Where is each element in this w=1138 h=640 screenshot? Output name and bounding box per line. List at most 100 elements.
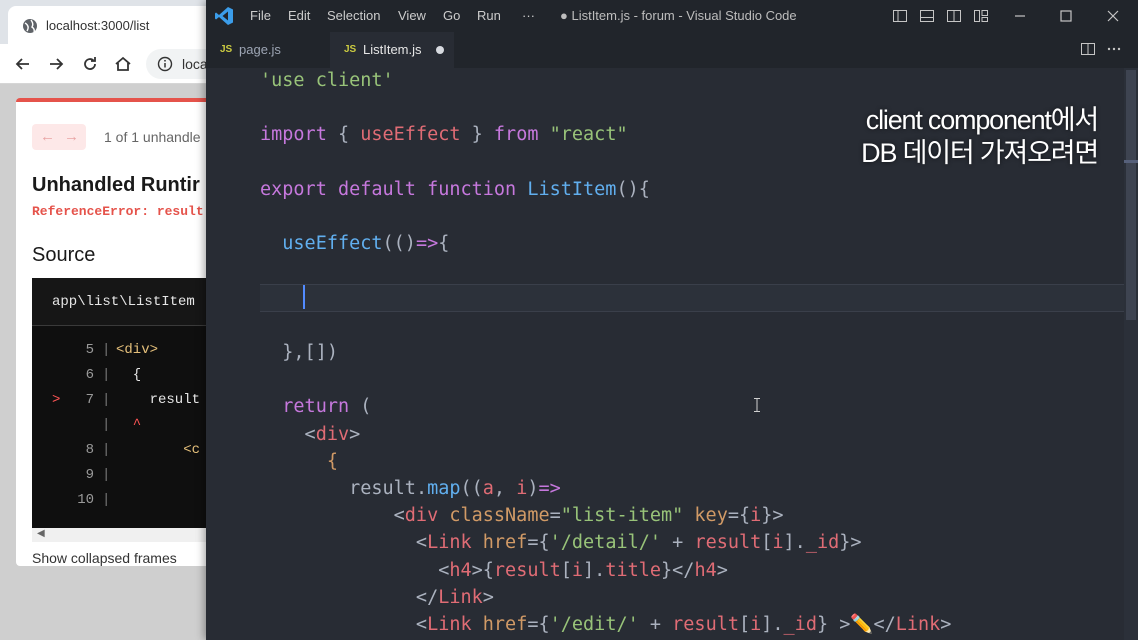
code-token: i — [772, 532, 784, 554]
more-actions-icon[interactable] — [1106, 41, 1122, 57]
code-token: = — [549, 505, 561, 527]
source-heading: Source — [32, 244, 96, 266]
previous-error-button[interactable]: ← — [40, 128, 55, 145]
gutter-bar: | — [102, 467, 111, 483]
scroll-left-icon[interactable]: ◀ — [37, 528, 45, 539]
home-icon[interactable] — [113, 54, 133, 74]
caption-line-2: DB 데이터 가져오려면 — [861, 138, 1099, 168]
code-token: > — [716, 559, 728, 581]
line-number: 7 — [85, 392, 94, 408]
code-token: result — [694, 532, 762, 554]
code-token: result — [493, 559, 561, 581]
code-token: href — [482, 532, 528, 554]
code-line: export default function ListItem(){ — [260, 177, 650, 203]
gutter-bar: | — [102, 367, 111, 383]
tab-label: ListItem.js — [363, 42, 422, 57]
code-token: div — [404, 505, 439, 527]
code-token: </ — [260, 586, 439, 608]
show-collapsed-frames-button[interactable]: Show collapsed frames — [32, 550, 177, 566]
code-token: [ — [560, 559, 572, 581]
error-pager: ← → — [32, 124, 86, 150]
code-token: [ — [738, 614, 751, 635]
code-token: ={ — [727, 505, 751, 527]
code-token: function — [427, 178, 517, 200]
browser-tab-title: localhost:3000/list — [46, 18, 150, 33]
code-token: import — [260, 124, 327, 146]
code-line: <Link href={'/edit/' + result[i]._id} >✏… — [260, 612, 952, 638]
code-token: ]. — [761, 614, 784, 635]
error-heading: Unhandled Runtir — [32, 174, 200, 196]
back-arrow-icon[interactable] — [13, 54, 33, 74]
minimize-icon[interactable] — [1012, 8, 1028, 24]
text-cursor — [303, 285, 305, 309]
code-line: result.map((a, i)=> — [260, 476, 561, 502]
toggle-primary-sidebar-icon[interactable] — [892, 8, 908, 24]
info-icon[interactable] — [157, 56, 173, 72]
code-token: 'use client' — [260, 70, 394, 91]
code-token: Link — [438, 586, 483, 608]
code-line: 'use client' — [260, 68, 394, 94]
close-icon[interactable] — [1105, 8, 1121, 24]
code-token: Link — [895, 614, 941, 635]
toggle-panel-icon[interactable] — [919, 8, 935, 24]
code-token: },[]) — [260, 342, 338, 363]
code-token: useEffect — [282, 233, 383, 255]
code-token: > — [482, 586, 494, 608]
code-token: '/edit/' — [549, 614, 639, 635]
menu-view[interactable]: View — [398, 8, 426, 23]
code-token: < — [260, 423, 316, 445]
tab-label: page.js — [239, 42, 281, 57]
code-token: > — [940, 614, 952, 635]
code-token: key — [694, 505, 728, 527]
code-token: i — [750, 614, 762, 635]
source-code-text: ^ — [116, 417, 142, 433]
reload-icon[interactable] — [80, 54, 100, 74]
source-code-text: <c — [116, 442, 201, 458]
code-token: ={ — [527, 532, 550, 554]
error-line-marker: > — [52, 392, 61, 408]
menu-edit[interactable]: Edit — [288, 8, 310, 23]
next-error-button[interactable]: → — [64, 128, 79, 145]
code-token: from — [493, 124, 539, 146]
split-editor-icon[interactable] — [1080, 41, 1096, 57]
menu-more[interactable]: ··· — [522, 8, 535, 23]
toggle-secondary-sidebar-icon[interactable] — [946, 8, 962, 24]
menu-run[interactable]: Run — [477, 8, 501, 23]
menu-go[interactable]: Go — [443, 8, 460, 23]
vscode-logo-icon — [215, 7, 233, 25]
code-token: </ — [873, 614, 896, 635]
code-token: + — [661, 532, 695, 554]
code-token: ]. — [583, 559, 606, 581]
code-token: ( — [349, 396, 372, 418]
maximize-icon[interactable] — [1058, 8, 1074, 24]
code-token: { — [326, 124, 361, 146]
unsaved-dot-icon[interactable] — [436, 46, 444, 54]
customize-layout-icon[interactable] — [973, 8, 989, 24]
menu-file[interactable]: File — [250, 8, 271, 23]
code-token: Link — [427, 532, 472, 554]
scrollbar-thumb[interactable] — [1126, 70, 1136, 320]
code-token: href — [482, 614, 528, 635]
menu-selection[interactable]: Selection — [327, 8, 380, 23]
code-token: result — [672, 614, 739, 635]
browser-tab-strip: localhost:3000/list — [0, 0, 240, 44]
code-line: <h4>{result[i].title}</h4> — [260, 558, 728, 584]
title-bar: File Edit Selection View Go Run ··· ● Li… — [206, 0, 1138, 32]
code-token: [ — [761, 532, 773, 554]
code-line: { — [260, 449, 338, 475]
tab-page-js[interactable]: JS page.js — [206, 32, 330, 68]
code-token: "list-item" — [560, 505, 684, 527]
code-token: } — [460, 124, 494, 146]
forward-arrow-icon[interactable] — [46, 54, 66, 74]
code-token: div — [315, 423, 350, 445]
tab-listitem-js[interactable]: JS ListItem.js — [330, 32, 454, 68]
source-file-path[interactable]: app\list\ListItem — [52, 294, 195, 310]
code-token: ListItem — [527, 178, 617, 200]
